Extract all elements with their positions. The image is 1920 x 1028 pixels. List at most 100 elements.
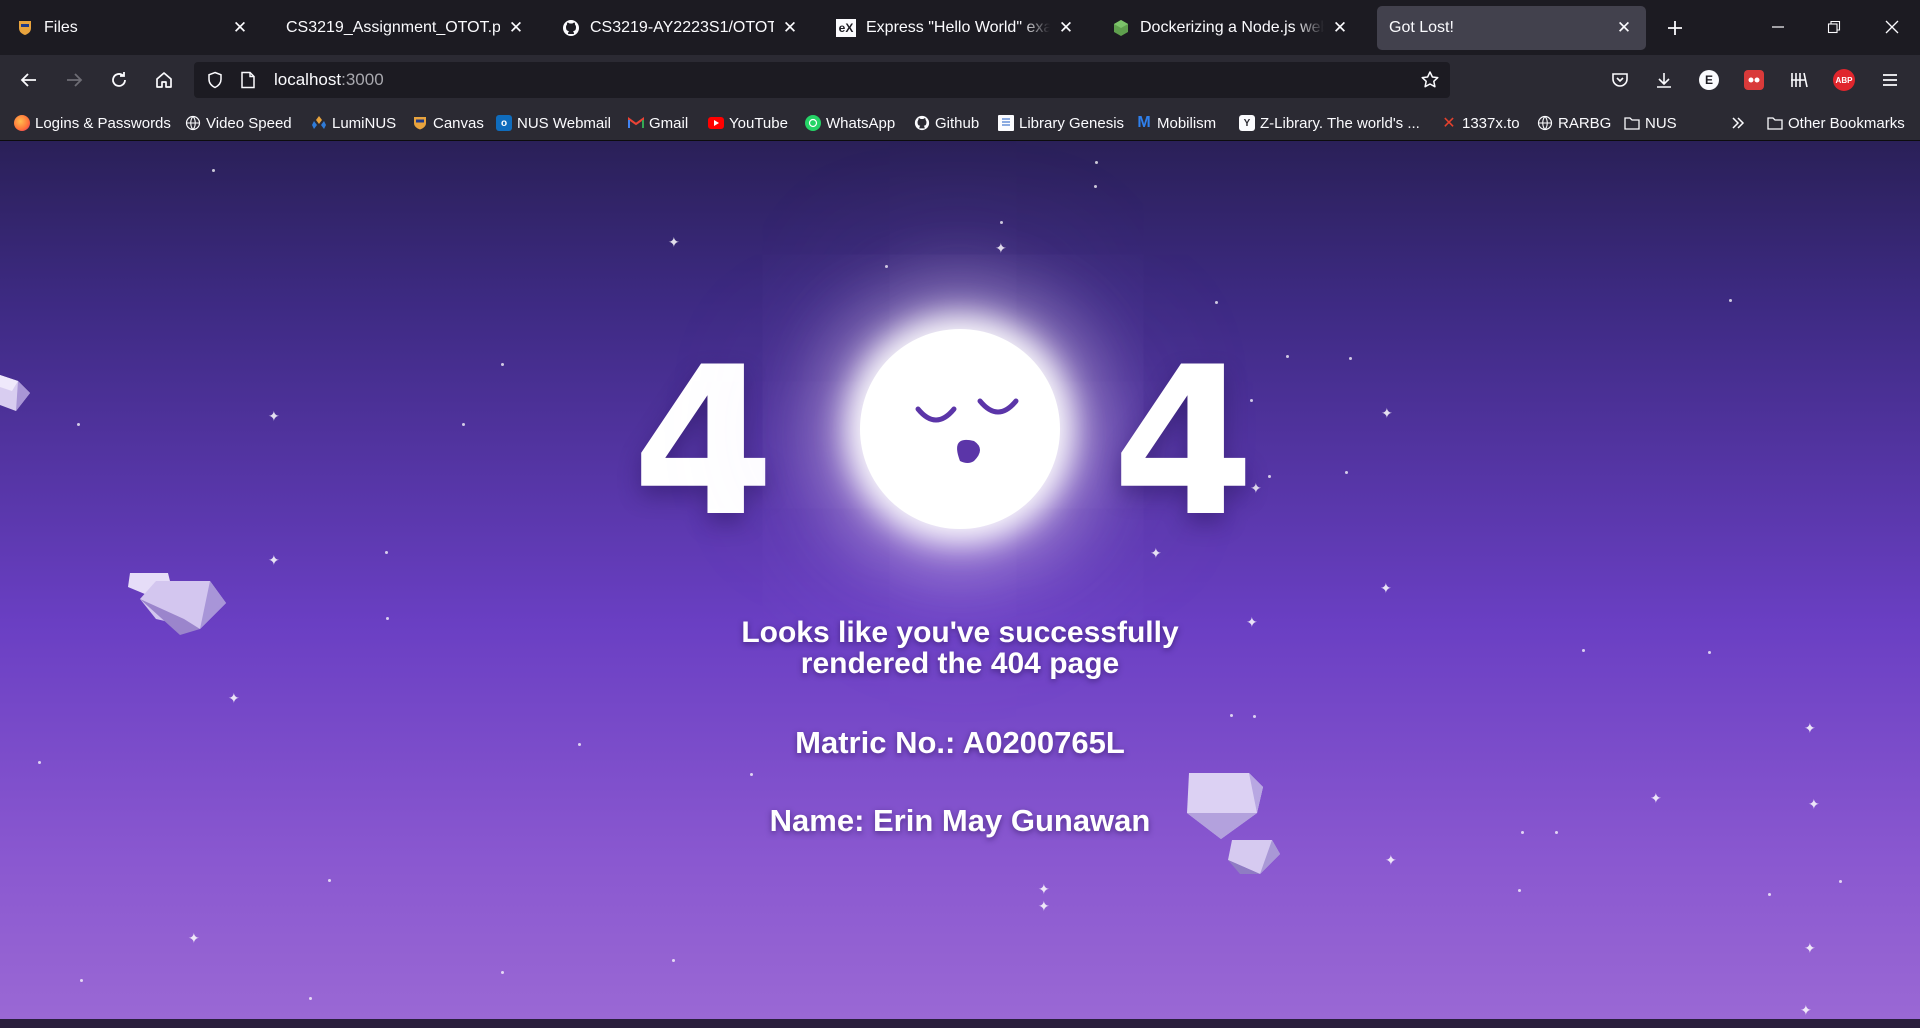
download-icon bbox=[1657, 73, 1671, 88]
crystal-rock bbox=[1228, 840, 1280, 874]
tab-github-repo[interactable]: CS3219-AY2223S1/OTOT-A1 ✕ bbox=[550, 6, 812, 50]
library-button[interactable] bbox=[1783, 64, 1815, 96]
star-icon[interactable] bbox=[1420, 70, 1440, 90]
digit-four-left: 4 bbox=[632, 324, 775, 562]
adblock-button[interactable]: ABP bbox=[1828, 64, 1860, 96]
menu-button[interactable] bbox=[1874, 64, 1906, 96]
bookmarks-toolbar: Logins & Passwords Video Speed LumiNUS C… bbox=[0, 105, 1920, 141]
sparkle-star: ✦ bbox=[1800, 1002, 1812, 1018]
forward-button[interactable] bbox=[58, 64, 90, 96]
tab-dockerizing-node[interactable]: Dockerizing a Node.js web app ✕ bbox=[1100, 6, 1362, 50]
star bbox=[501, 971, 504, 974]
bookmark-whatsapp[interactable]: WhatsApp bbox=[805, 112, 895, 134]
home-icon bbox=[156, 72, 172, 88]
minimize-button[interactable] bbox=[1760, 10, 1796, 44]
tab-got-lost[interactable]: Got Lost! ✕ bbox=[1377, 6, 1646, 50]
star bbox=[386, 617, 389, 620]
bookmark-rarbg[interactable]: RARBG bbox=[1537, 112, 1611, 134]
bookmark-canvas[interactable]: Canvas bbox=[412, 112, 484, 134]
url-bar[interactable]: localhost:3000 bbox=[194, 62, 1450, 98]
reload-icon bbox=[112, 72, 126, 87]
other-bookmarks-label: Other Bookmarks bbox=[1788, 114, 1905, 132]
bookmark-github[interactable]: Github bbox=[914, 112, 979, 134]
reload-button[interactable] bbox=[103, 64, 135, 96]
close-tab-icon[interactable]: ✕ bbox=[1330, 18, 1350, 38]
other-bookmarks[interactable]: Other Bookmarks bbox=[1767, 112, 1905, 134]
sparkle-star: ✦ bbox=[1385, 852, 1397, 868]
tab-express-example[interactable]: eX Express "Hello World" example ✕ bbox=[824, 6, 1088, 50]
star bbox=[1768, 893, 1771, 896]
close-tab-icon[interactable]: ✕ bbox=[1056, 18, 1076, 38]
home-button[interactable] bbox=[148, 64, 180, 96]
tab-assignment-pdf[interactable]: CS3219_Assignment_OTOT.pdf ✕ bbox=[274, 6, 538, 50]
tab-title: Express "Hello World" example bbox=[866, 19, 1050, 36]
page-info-icon[interactable] bbox=[240, 71, 262, 89]
bookmark-label: Video Speed bbox=[206, 114, 292, 132]
close-tab-icon[interactable]: ✕ bbox=[1614, 18, 1634, 38]
digit-four-right: 4 bbox=[1112, 324, 1255, 562]
bookmark-gmail[interactable]: Gmail bbox=[628, 112, 688, 134]
bookmarks-overflow-button[interactable] bbox=[1730, 112, 1746, 134]
bookmark-label: Logins & Passwords bbox=[35, 114, 171, 132]
bookmark-zlibrary[interactable]: Y Z-Library. The world's ... bbox=[1239, 112, 1420, 134]
extension-e-button[interactable]: E bbox=[1693, 64, 1725, 96]
downloads-button[interactable] bbox=[1648, 64, 1680, 96]
bookmark-video-speed[interactable]: Video Speed bbox=[185, 112, 292, 134]
star bbox=[1349, 357, 1352, 360]
bookmark-nus-webmail[interactable]: o NUS Webmail bbox=[496, 112, 611, 134]
folder-icon bbox=[1767, 115, 1783, 131]
close-tab-icon[interactable]: ✕ bbox=[230, 18, 250, 38]
close-window-button[interactable] bbox=[1874, 10, 1910, 44]
minimize-icon bbox=[1772, 26, 1784, 28]
sparkle-star: ✦ bbox=[1804, 940, 1816, 956]
extension-red-button[interactable] bbox=[1738, 64, 1770, 96]
sparkle-star: ✦ bbox=[228, 690, 240, 706]
tab-strip: Files ✕ CS3219_Assignment_OTOT.pdf ✕ CS3… bbox=[0, 0, 1920, 55]
bookmark-library-genesis[interactable]: Library Genesis bbox=[998, 112, 1124, 134]
bookmark-folder-nus[interactable]: NUS bbox=[1624, 112, 1677, 134]
star bbox=[501, 363, 504, 366]
star bbox=[77, 423, 80, 426]
shield-icon[interactable] bbox=[206, 71, 230, 89]
crystal-rock bbox=[0, 375, 30, 411]
bookmark-label: Library Genesis bbox=[1019, 114, 1125, 132]
bookmark-mobilism[interactable]: M Mobilism bbox=[1136, 112, 1216, 134]
arrow-right-icon bbox=[67, 73, 83, 87]
bookmark-label: Mobilism bbox=[1157, 114, 1217, 132]
star bbox=[672, 959, 675, 962]
youtube-icon bbox=[708, 117, 724, 129]
extension-mask-icon bbox=[1744, 70, 1764, 90]
close-tab-icon[interactable]: ✕ bbox=[506, 18, 526, 38]
bookmark-label: WhatsApp bbox=[826, 114, 896, 132]
bookmark-logins-passwords[interactable]: Logins & Passwords bbox=[14, 112, 171, 134]
star bbox=[38, 761, 41, 764]
star bbox=[212, 169, 215, 172]
firefox-icon bbox=[14, 115, 30, 131]
star bbox=[1253, 715, 1256, 718]
tab-files[interactable]: Files ✕ bbox=[4, 6, 262, 50]
bookmark-label: NUS bbox=[1645, 114, 1677, 132]
pocket-button[interactable] bbox=[1604, 64, 1636, 96]
bookmark-label: Canvas bbox=[433, 114, 484, 132]
back-button[interactable] bbox=[13, 64, 45, 96]
extension-e-icon: E bbox=[1699, 70, 1719, 90]
mobilism-icon: M bbox=[1137, 114, 1151, 131]
star bbox=[1839, 880, 1842, 883]
tab-title: Dockerizing a Node.js web app bbox=[1140, 19, 1324, 36]
1337x-icon: ✕ bbox=[1442, 115, 1456, 132]
star bbox=[1268, 475, 1271, 478]
new-tab-button[interactable] bbox=[1660, 13, 1690, 43]
bookmark-label: 1337x.to bbox=[1462, 114, 1520, 132]
tab-title: CS3219_Assignment_OTOT.pdf bbox=[286, 19, 500, 36]
folder-icon bbox=[1624, 115, 1640, 131]
star bbox=[1345, 471, 1348, 474]
restore-button[interactable] bbox=[1816, 10, 1852, 44]
bookmark-1337x[interactable]: ✕ 1337x.to bbox=[1441, 112, 1520, 134]
close-tab-icon[interactable]: ✕ bbox=[780, 18, 800, 38]
sparkle-star: ✦ bbox=[1038, 898, 1050, 914]
bookmark-label: LumiNUS bbox=[332, 114, 397, 132]
bookmark-luminus[interactable]: LumiNUS bbox=[311, 112, 396, 134]
bookmark-youtube[interactable]: YouTube bbox=[708, 112, 788, 134]
sparkle-star: ✦ bbox=[268, 552, 280, 568]
tab-title: CS3219-AY2223S1/OTOT-A1 bbox=[590, 19, 774, 36]
